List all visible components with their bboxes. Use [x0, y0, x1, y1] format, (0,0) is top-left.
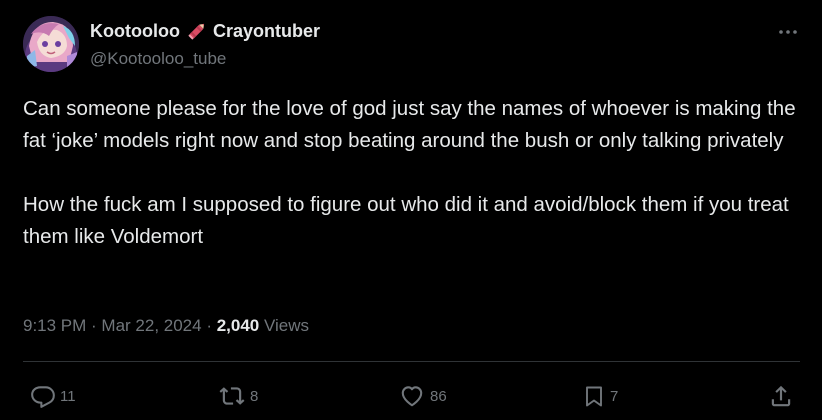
views-label: Views: [259, 316, 310, 335]
bookmark-button[interactable]: 7: [582, 378, 618, 414]
reply-count: 11: [60, 387, 76, 405]
reply-button[interactable]: 11: [30, 378, 76, 414]
more-options-button[interactable]: [776, 22, 800, 42]
share-icon: [771, 385, 791, 407]
action-bar: 11 8 86 7: [0, 378, 822, 414]
meta-separator-2: ·: [201, 316, 217, 335]
author-name-first: Kootooloo: [90, 20, 180, 41]
repost-button[interactable]: 8: [218, 378, 258, 414]
like-count: 86: [430, 387, 447, 405]
tweet-paragraph-1: Can someone please for the love of god j…: [23, 97, 796, 152]
like-button[interactable]: 86: [398, 378, 447, 414]
tweet-card: Kootooloo Crayontuber @Kootooloo_tube Ca…: [0, 0, 822, 420]
tweet-time[interactable]: 9:13 PM: [23, 316, 86, 335]
more-dots-icon: [779, 30, 797, 34]
author-handle[interactable]: @Kootooloo_tube: [90, 49, 226, 69]
author-display-name[interactable]: Kootooloo Crayontuber: [90, 20, 320, 42]
heart-icon: [401, 386, 423, 407]
meta-separator: ·: [86, 316, 102, 335]
divider: [23, 361, 800, 362]
bookmark-count: 7: [610, 387, 619, 405]
tweet-meta: 9:13 PM · Mar 22, 2024 · 2,040 Views: [23, 316, 309, 336]
share-button[interactable]: [768, 378, 794, 414]
author-name-second: Crayontuber: [212, 20, 320, 41]
crayon-emoji-icon: [186, 20, 208, 42]
repost-count: 8: [250, 387, 259, 405]
reply-icon: [31, 386, 55, 408]
avatar-image: [23, 16, 79, 72]
tweet-paragraph-2: How the fuck am I supposed to figure out…: [23, 193, 789, 248]
views-count: 2,040: [216, 316, 260, 335]
avatar[interactable]: [23, 16, 79, 72]
repost-icon: [219, 387, 245, 405]
tweet-text: Can someone please for the love of god j…: [23, 93, 805, 253]
bookmark-icon: [586, 386, 602, 407]
tweet-date[interactable]: Mar 22, 2024: [101, 316, 201, 335]
